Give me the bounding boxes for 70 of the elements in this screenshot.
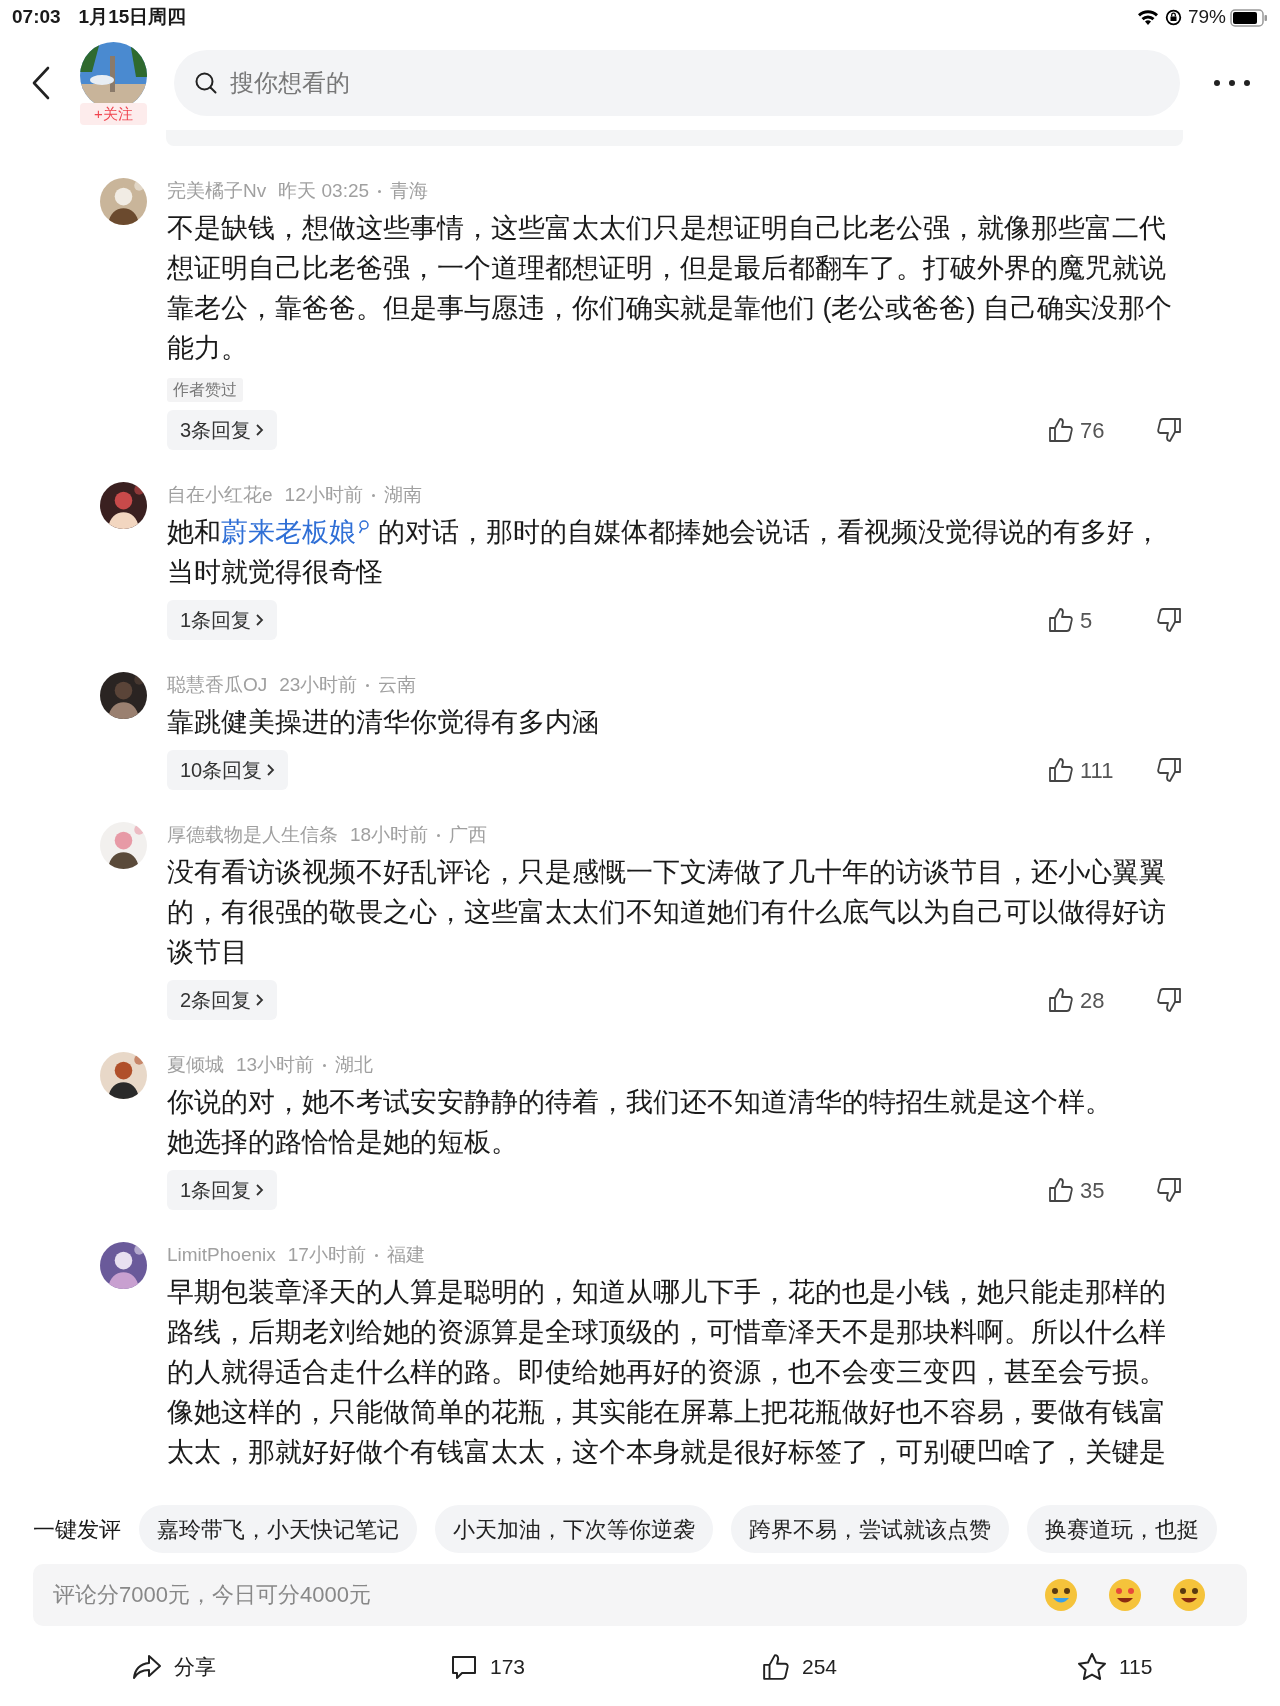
- chevron-icon: [255, 1183, 265, 1197]
- like-icon[interactable]: [1048, 987, 1074, 1013]
- comment-text: 她和蔚来老板娘 的对话，那时的自媒体都捧她会说话，看视频没觉得说的有多好，当时就觉得很奇怪: [167, 516, 1162, 589]
- comment-location: 广西: [449, 822, 488, 847]
- emoji-icon[interactable]: [1043, 1577, 1079, 1613]
- status-date: 1月15日周四: [78, 5, 187, 30]
- comment-location: 福建: [386, 1242, 425, 1267]
- quick-comment-chip[interactable]: 跨界不易，尝试就该点赞: [731, 1505, 1009, 1553]
- chevron-icon: [255, 423, 265, 437]
- emoji-icon[interactable]: [1107, 1577, 1143, 1613]
- replies-button[interactable]: 1条回复: [167, 1170, 278, 1210]
- replies-button[interactable]: 3条回复: [167, 410, 278, 450]
- like-icon[interactable]: [1048, 1177, 1074, 1203]
- comment-time: 12小时前: [284, 482, 363, 507]
- dislike-icon[interactable]: [1156, 417, 1182, 443]
- star-icon: [1077, 1651, 1107, 1682]
- quick-comment-chip[interactable]: 换赛道玩，也挺: [1027, 1505, 1217, 1553]
- like-button[interactable]: 254: [762, 1651, 838, 1683]
- battery-icon: [1230, 8, 1268, 27]
- comment-text: 靠跳健美操进的清华你觉得有多内涵: [167, 706, 600, 739]
- search-field[interactable]: 搜你想看的: [174, 49, 1180, 116]
- like-icon[interactable]: [1048, 757, 1074, 783]
- share-icon: [132, 1652, 162, 1681]
- status-time: 07:03: [12, 5, 61, 30]
- comment-location: 云南: [378, 672, 417, 697]
- emoji-icon[interactable]: [1171, 1577, 1207, 1613]
- chevron-icon: [255, 613, 265, 627]
- like-count: 28: [1080, 986, 1106, 1015]
- like-count: 35: [1080, 1176, 1106, 1205]
- wifi-icon: [1136, 9, 1159, 26]
- replies-button[interactable]: 1条回复: [167, 600, 278, 640]
- dislike-icon[interactable]: [1156, 607, 1182, 633]
- comment-location: 湖北: [335, 1052, 374, 1077]
- comment-text: 不是缺钱，想做这些事情，这些富太太们只是想证明自己比老公强，就像那些富二代想证明自己比老爸强，一个道理都想证明，但是最后都翻车了。打破外界的魔咒就说靠老公，靠爸爸。但是事与愿违，你们确实就是靠他们 (老公或爸爸) 自己确实没那个能力。: [167, 212, 1173, 365]
- comment-location: 湖南: [383, 482, 422, 507]
- comment-text: 你说的对，她不考试安安静静的待着，我们还不知道清华的特招生就是这个样。 她选择的路恰恰是她的短板。: [167, 1086, 1113, 1159]
- comment-time: 昨天 03:25: [278, 178, 370, 203]
- replies-button[interactable]: 2条回复: [167, 980, 278, 1020]
- search-icon: [194, 70, 218, 95]
- comment-time: 23小时前: [279, 672, 358, 697]
- rotation-lock-icon: [1164, 9, 1182, 26]
- like-icon[interactable]: [1048, 417, 1074, 443]
- chevron-icon: [255, 993, 265, 1007]
- comment-location: 青海: [390, 178, 429, 203]
- author-liked-badge: 作者赞过: [167, 378, 243, 402]
- chevron-icon: [266, 763, 276, 777]
- dislike-icon[interactable]: [1156, 1177, 1182, 1203]
- comment-time: 13小时前: [236, 1052, 315, 1077]
- like-count: 5: [1080, 606, 1094, 635]
- comment-time: 18小时前: [350, 822, 429, 847]
- comment-button[interactable]: 173: [450, 1651, 526, 1683]
- comment-time: 17小时前: [287, 1242, 366, 1267]
- battery-percent: 79%: [1187, 5, 1226, 30]
- replies-button[interactable]: 10条回复: [167, 750, 289, 790]
- dislike-icon[interactable]: [1156, 987, 1182, 1013]
- like-count: 76: [1080, 416, 1106, 445]
- comment-text: 早期包装章泽天的人算是聪明的，知道从哪儿下手，花的也是小钱，她只能走那样的路线，后期老刘给她的资源算是全球顶级的，可惜章泽天不是那块料啊。所以什么样的人就得适合走什么样的路。即使给她再好的资源，也不会变三变四，甚至会亏损。像她这样的，只能做简单的花瓶，其实能在屏幕上把花瓶做好也不容易，要做有钱富太太，那就好好做个有钱富太太，这个本身就是很好标签了，可别硬凹啥了，关键是: [167, 1276, 1167, 1469]
- dislike-icon[interactable]: [1156, 757, 1182, 783]
- search-icon: [358, 520, 370, 534]
- comment-text: 没有看访谈视频不好乱评论，只是感慨一下文涛做了几十年的访谈节目，还小心翼翼的，有很强的敬畏之心，这些富太太们不知道她们有什么底气以为自己可以做得好访谈节目: [167, 856, 1167, 969]
- comment-input[interactable]: 评论分7000元，今日可分4000元: [33, 1564, 1247, 1626]
- like-icon[interactable]: [1048, 607, 1074, 633]
- quick-comment-chip[interactable]: 小天加油，下次等你逆袭: [435, 1505, 713, 1553]
- quick-comment-label: 一键发评: [33, 1515, 121, 1544]
- quick-comment-chip[interactable]: 嘉玲带飞，小天快记笔记: [139, 1505, 417, 1553]
- favorite-button[interactable]: 115: [1077, 1651, 1153, 1683]
- like-count: 111: [1080, 756, 1115, 785]
- share-button[interactable]: 分享: [132, 1651, 216, 1683]
- like-icon: [762, 1652, 790, 1681]
- mention-link[interactable]: 蔚来老板娘: [221, 517, 356, 547]
